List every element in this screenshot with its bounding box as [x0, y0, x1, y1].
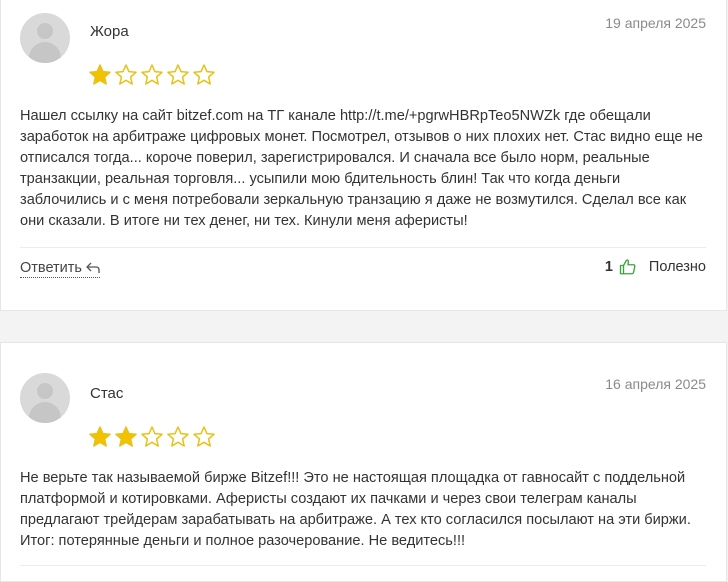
star-filled-icon	[115, 426, 137, 447]
helpful-label: Полезно	[648, 259, 706, 275]
review-text: Не верьте так называемой бирже Bitzef!!!…	[20, 470, 691, 549]
reply-arrow-icon	[86, 262, 100, 273]
star-empty-icon	[193, 64, 215, 85]
review-card: Стас 16 апреля 2025 Не верьте так называ…	[0, 342, 727, 582]
star-empty-icon	[167, 426, 189, 447]
star-filled-icon	[89, 426, 111, 447]
rating-stars	[88, 63, 216, 87]
star-empty-icon	[141, 426, 163, 447]
star-empty-icon	[167, 64, 189, 85]
star-empty-icon	[193, 426, 215, 447]
reply-label: Ответить	[20, 260, 82, 276]
reply-button[interactable]: Ответить	[20, 260, 100, 278]
review-date: 16 апреля 2025	[605, 376, 706, 392]
review-date: 19 апреля 2025	[605, 15, 706, 31]
divider	[20, 247, 706, 248]
star-empty-icon	[115, 64, 137, 85]
review-text: Нашел ссылку на сайт bitzef.com на ТГ ка…	[20, 108, 703, 229]
divider	[20, 565, 706, 566]
likes-block: 1 Полезно	[605, 258, 706, 276]
review-author: Жора	[90, 23, 129, 40]
star-empty-icon	[141, 64, 163, 85]
star-filled-icon	[89, 64, 111, 85]
rating-stars	[88, 425, 216, 449]
thumbs-up-icon[interactable]	[619, 258, 637, 276]
like-count: 1	[604, 259, 613, 275]
review-author: Стас	[90, 385, 124, 402]
avatar	[20, 373, 70, 423]
avatar	[20, 13, 70, 63]
review-card: Жора 19 апреля 2025 Нашел ссылку на сайт…	[0, 0, 727, 311]
